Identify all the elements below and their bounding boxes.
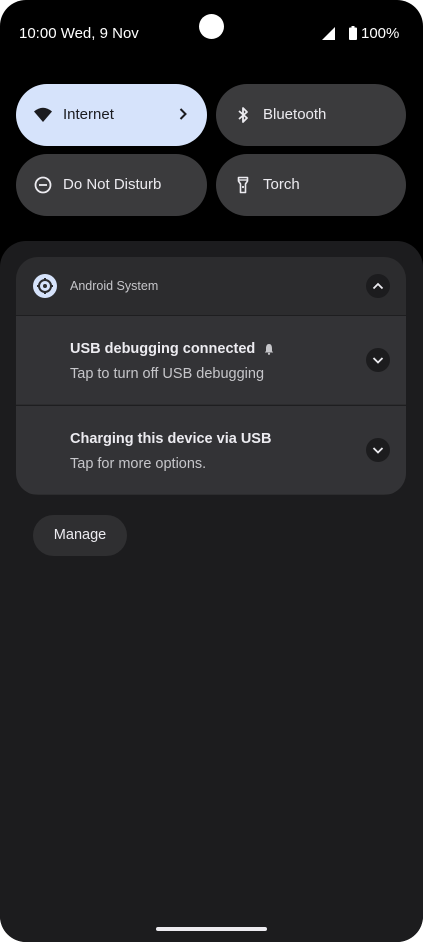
tile-label-bluetooth: Bluetooth bbox=[263, 106, 327, 123]
battery-icon bbox=[349, 26, 357, 40]
tile-do-not-disturb[interactable]: Do Not Disturb bbox=[16, 154, 207, 216]
notification-text: Tap for more options. bbox=[70, 456, 207, 472]
tile-label-torch: Torch bbox=[263, 176, 300, 193]
bell-icon bbox=[264, 344, 274, 355]
tile-label-do-not-disturb: Do Not Disturb bbox=[63, 176, 162, 193]
wifi-icon bbox=[34, 107, 52, 122]
settings-gear-icon bbox=[37, 278, 53, 294]
cell-signal-icon bbox=[322, 27, 335, 40]
torch-icon bbox=[237, 176, 249, 194]
chevron-up-icon bbox=[372, 282, 384, 290]
expand-notification-button[interactable] bbox=[366, 348, 390, 372]
notification-group-header[interactable]: Android System bbox=[16, 257, 406, 315]
manage-button[interactable]: Manage bbox=[33, 515, 127, 556]
app-name: Android System bbox=[70, 279, 159, 293]
chevron-down-icon bbox=[372, 357, 384, 364]
status-clock: 10:00 Wed, 9 Nov bbox=[19, 25, 139, 42]
tile-internet[interactable]: Internet bbox=[16, 84, 207, 146]
app-icon bbox=[33, 274, 57, 298]
home-indicator[interactable] bbox=[156, 927, 267, 931]
collapse-group-button[interactable] bbox=[366, 274, 390, 298]
notification-group-card: Android System USB debugging connected T… bbox=[16, 257, 406, 495]
notification-charging-usb[interactable]: Charging this device via USB Tap for mor… bbox=[16, 406, 406, 494]
phone-screen: 10:00 Wed, 9 Nov 100% Internet Bluetooth bbox=[0, 0, 423, 942]
bluetooth-icon bbox=[238, 107, 248, 123]
camera-cutout bbox=[199, 14, 224, 39]
chevron-right-icon bbox=[179, 108, 187, 120]
notification-text: Tap to turn off USB debugging bbox=[70, 366, 265, 382]
notification-shade: Android System USB debugging connected T… bbox=[0, 241, 423, 942]
notification-title: USB debugging connected bbox=[70, 341, 256, 357]
tile-bluetooth[interactable]: Bluetooth bbox=[216, 84, 406, 146]
battery-percentage: 100% bbox=[361, 25, 400, 42]
expand-notification-button[interactable] bbox=[366, 438, 390, 462]
do-not-disturb-icon bbox=[34, 176, 52, 194]
notification-title: Charging this device via USB bbox=[70, 431, 272, 447]
status-bar: 10:00 Wed, 9 Nov 100% bbox=[0, 0, 423, 66]
chevron-down-icon bbox=[372, 447, 384, 454]
tile-label-internet: Internet bbox=[63, 106, 114, 123]
tile-torch[interactable]: Torch bbox=[216, 154, 406, 216]
notification-usb-debugging[interactable]: USB debugging connected Tap to turn off … bbox=[16, 316, 406, 404]
